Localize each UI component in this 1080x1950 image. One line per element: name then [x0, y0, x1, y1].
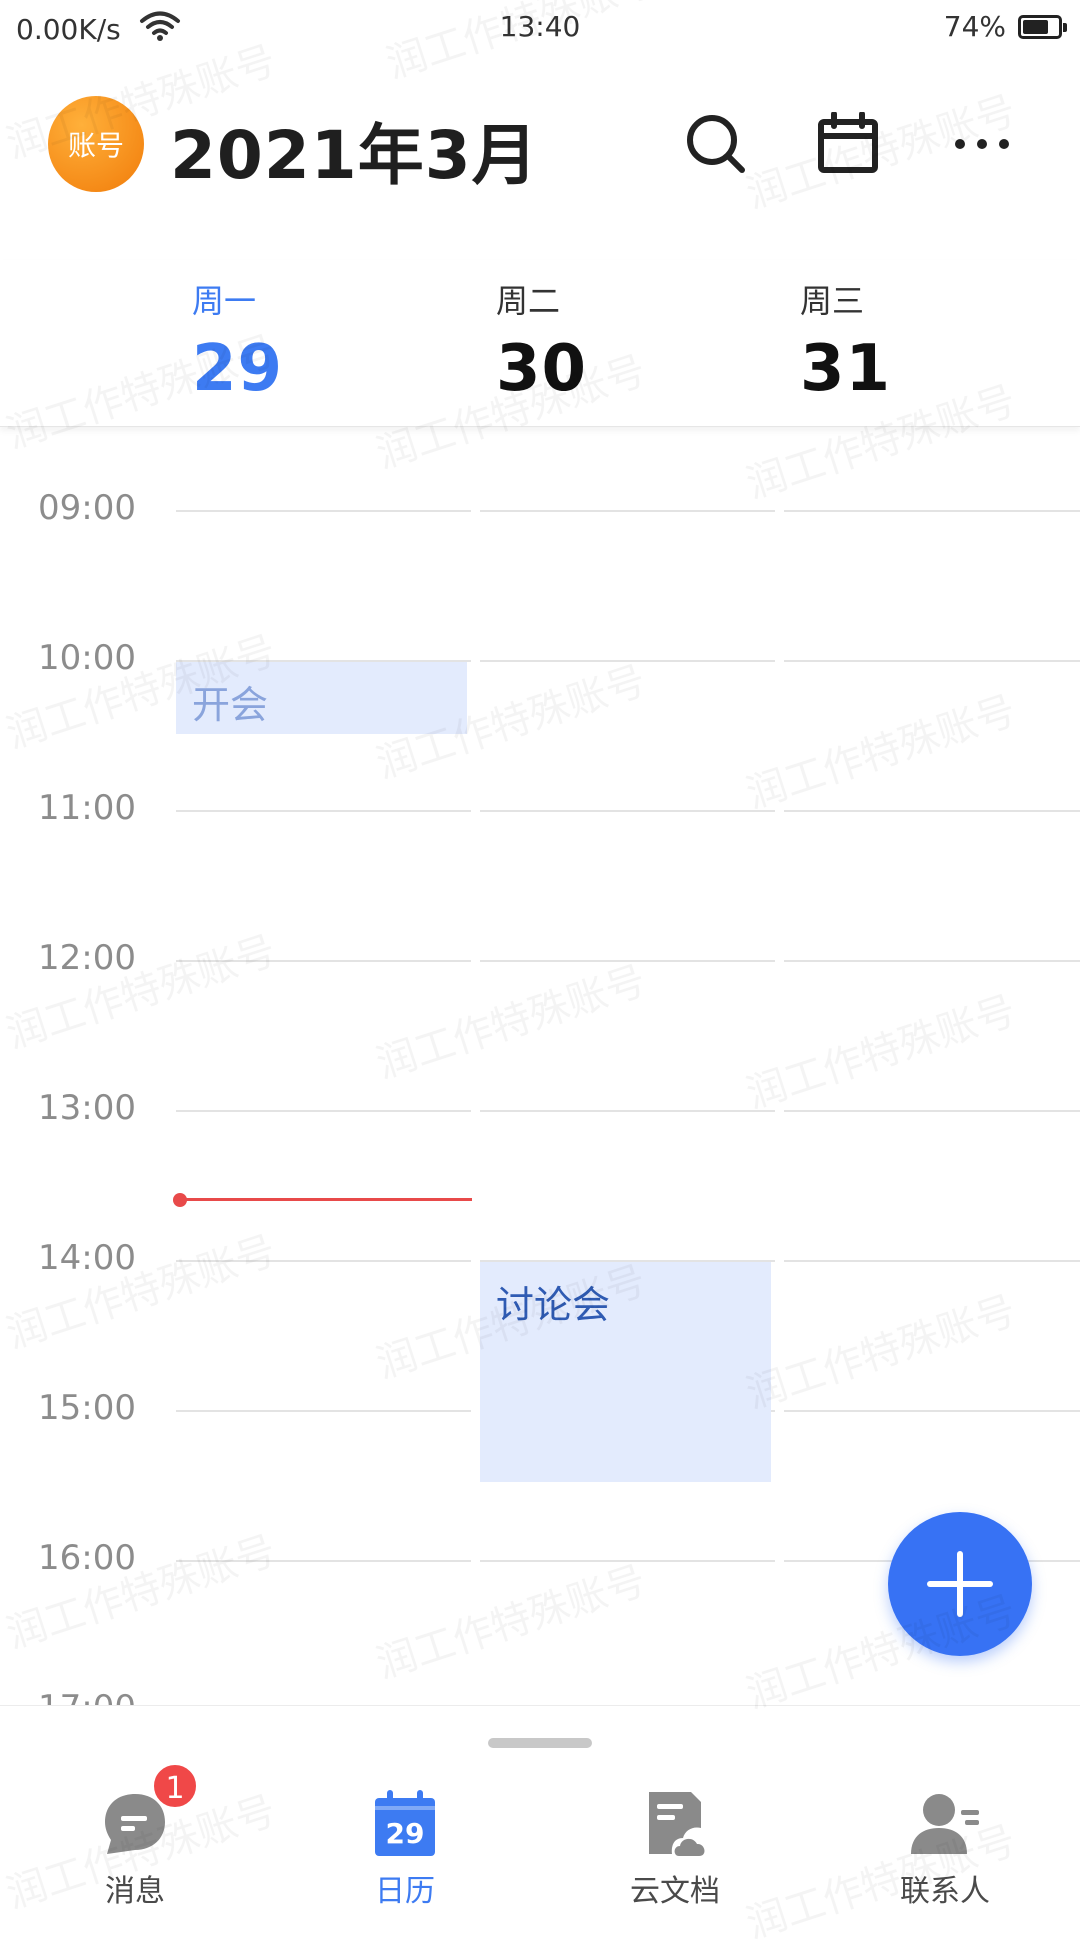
hour-row: 11:00 [0, 788, 1080, 960]
hour-row: 12:00 [0, 938, 1080, 1110]
hour-label: 09:00 [38, 488, 136, 528]
battery-percent: 74% [943, 10, 1006, 43]
hour-line [176, 810, 471, 812]
day-name: 周三 [800, 282, 865, 320]
current-time-line [180, 1198, 472, 1201]
nav-label: 日历 [375, 1874, 435, 1909]
month-title[interactable]: 2021年3月 [170, 102, 539, 198]
battery-fill [1023, 19, 1048, 34]
hour-line [784, 1260, 1080, 1262]
hour-line [480, 960, 775, 962]
nav-item-messages[interactable]: 1 消息 [45, 1762, 225, 1910]
hour-line [176, 510, 471, 512]
notification-badge: 1 [151, 1762, 199, 1810]
hour-label: 11:00 [38, 788, 136, 828]
add-event-button[interactable] [888, 1512, 1032, 1656]
nav-item-cloud-docs[interactable]: 云文档 [585, 1788, 765, 1910]
event-meeting[interactable]: 开会 [176, 662, 467, 734]
hour-label: 12:00 [38, 938, 136, 978]
hour-line [480, 1110, 775, 1112]
hour-line [176, 960, 471, 962]
hour-line [784, 810, 1080, 812]
nav-item-calendar[interactable]: 29 日历 [315, 1788, 495, 1910]
hour-line [176, 1110, 471, 1112]
hour-line [176, 1560, 471, 1562]
nav-label: 消息 [105, 1874, 165, 1909]
day-date: 30 [496, 332, 588, 406]
hour-line [784, 960, 1080, 962]
event-title: 开会 [192, 683, 269, 727]
hour-row: 10:00 [0, 638, 1080, 810]
nav-item-contacts[interactable]: 联系人 [855, 1788, 1035, 1910]
status-right: 74% [943, 10, 1067, 43]
hour-row: 09:00 [0, 488, 1080, 660]
hour-line [480, 660, 775, 662]
day-date: 29 [192, 332, 284, 406]
hour-line [784, 1410, 1080, 1412]
hour-line [480, 1560, 775, 1562]
hour-line [176, 1260, 471, 1262]
avatar[interactable]: 账号 [48, 96, 144, 192]
hour-line [784, 660, 1080, 662]
hour-label: 16:00 [38, 1538, 136, 1578]
app-header: 账号 2021年3月 [0, 90, 1080, 200]
contacts-icon [909, 1788, 981, 1860]
week-header: 周一 29 周二 30 周三 31 [0, 260, 1080, 427]
hour-label: 13:00 [38, 1088, 136, 1128]
nav-label: 联系人 [900, 1874, 990, 1909]
more-icon[interactable] [946, 108, 1018, 180]
drag-handle[interactable] [488, 1738, 592, 1748]
message-icon: 1 [99, 1762, 199, 1860]
status-bar: 0.00K/s 13:40 74% [0, 0, 1080, 56]
hour-line [176, 1410, 471, 1412]
nav-label: 云文档 [630, 1874, 720, 1909]
hour-label: 17:00 [38, 1688, 136, 1705]
day-name: 周一 [192, 282, 257, 320]
bottom-nav: 1 消息 29 日历 云文档 联系人 [0, 1705, 1080, 1921]
day-column-mon[interactable]: 周一 29 [192, 276, 283, 406]
hour-label: 14:00 [38, 1238, 136, 1278]
hour-label: 15:00 [38, 1388, 136, 1428]
day-column-tue[interactable]: 周二 30 [496, 276, 587, 406]
hour-label: 10:00 [38, 638, 136, 678]
hour-line [480, 510, 775, 512]
hour-line [784, 510, 1080, 512]
search-icon[interactable] [680, 108, 752, 180]
timeline-grid[interactable]: 09:00 10:00 11:00 12:00 13:00 14:00 15:0… [0, 430, 1080, 1705]
day-date: 31 [800, 332, 892, 406]
event-title: 讨论会 [496, 1283, 611, 1327]
plus-icon [927, 1551, 993, 1617]
calendar-tab-icon: 29 [369, 1788, 441, 1860]
day-column-wed[interactable]: 周三 31 [800, 276, 891, 406]
hour-row: 13:00 [0, 1088, 1080, 1260]
hour-line [784, 1110, 1080, 1112]
calendar-icon[interactable] [812, 108, 884, 180]
cloud-doc-icon [639, 1788, 711, 1860]
event-discussion[interactable]: 讨论会 [480, 1262, 771, 1482]
battery-icon [1018, 14, 1067, 39]
day-name: 周二 [496, 282, 561, 320]
hour-line [480, 810, 775, 812]
status-time: 13:40 [499, 10, 581, 43]
calendar-tab-icon-text: 29 [386, 1817, 425, 1850]
